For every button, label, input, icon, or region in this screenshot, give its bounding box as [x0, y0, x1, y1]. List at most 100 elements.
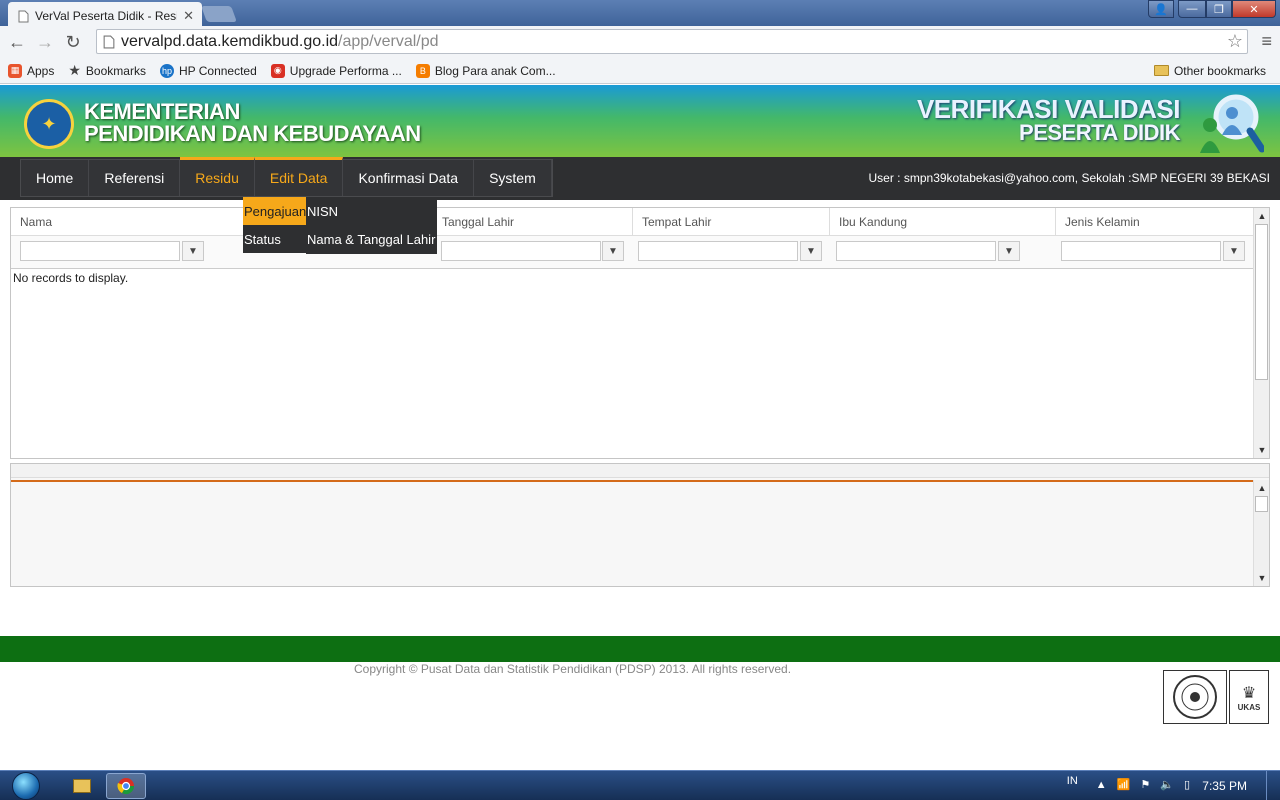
- grid-header: Nama Tanggal Lahir Tempat Lahir Ibu Kand…: [11, 208, 1254, 236]
- show-hidden-icons-icon[interactable]: ▲: [1096, 779, 1107, 791]
- site-favicon-icon: ◉: [270, 63, 285, 78]
- chrome-taskbar-icon[interactable]: [106, 773, 146, 799]
- windows-taskbar: IN ▲ 📶 ⚑ 🔈 ▯ 7:35 PM: [0, 770, 1280, 800]
- main-navbar: Home Referensi Residu Edit Data Konfirma…: [0, 157, 1280, 200]
- ministry-title: KEMENTERIAN PENDIDIKAN DAN KEBUDAYAAN: [84, 99, 421, 146]
- edit-data-submenu: Pengajuan Status: [243, 197, 306, 253]
- show-desktop-button[interactable]: [1266, 771, 1280, 800]
- submenu-nisn[interactable]: NISN: [306, 197, 437, 225]
- power-icon[interactable]: ▯: [1184, 778, 1190, 791]
- nav-konfirmasi-data[interactable]: Konfirmasi Data: [343, 160, 475, 196]
- panel-top-strip: [11, 464, 1269, 478]
- star-icon: ★: [68, 62, 81, 78]
- filter-icon[interactable]: ▼: [998, 241, 1020, 261]
- site-header: ✦ KEMENTERIAN PENDIDIKAN DAN KEBUDAYAAN …: [0, 85, 1280, 157]
- nav-system[interactable]: System: [474, 160, 552, 196]
- scroll-thumb[interactable]: [1255, 496, 1268, 512]
- submenu-pengajuan[interactable]: Pengajuan: [243, 197, 306, 225]
- file-explorer-icon[interactable]: [62, 773, 102, 799]
- close-window-icon[interactable]: ✕: [1232, 0, 1276, 18]
- filter-input-ibu-kandung[interactable]: [836, 241, 996, 261]
- volume-icon[interactable]: 🔈: [1160, 778, 1174, 791]
- url-host: vervalpd.data.kemdikbud.go.id: [121, 32, 339, 50]
- bookmarks-bar: ▦ Apps ★ Bookmarks hp HP Connected ◉ Upgrade…: [0, 58, 1280, 84]
- bookmark-blog[interactable]: B Blog Para anak Com...: [415, 63, 556, 78]
- menu-icon[interactable]: ≡: [1261, 31, 1272, 52]
- magnifier-person-icon: [1200, 94, 1264, 153]
- scroll-down-icon[interactable]: ▼: [1255, 443, 1269, 457]
- column-header-tanggal-lahir[interactable]: Tanggal Lahir: [432, 208, 632, 236]
- filter-input-jenis-kelamin[interactable]: [1061, 241, 1221, 261]
- filter-row: ▼ ▼ ▼ ▼ ▼: [11, 236, 1254, 269]
- maximize-icon[interactable]: ❐: [1206, 0, 1232, 18]
- ukas-logo: ♛ UKAS: [1229, 670, 1269, 724]
- scroll-thumb[interactable]: [1255, 224, 1268, 380]
- bookmark-apps[interactable]: ▦ Apps: [8, 63, 54, 78]
- forward-arrow-icon[interactable]: →: [31, 32, 59, 53]
- back-arrow-icon[interactable]: ←: [3, 32, 31, 53]
- nav-home[interactable]: Home: [21, 160, 90, 196]
- user-info: User : smpn39kotabekasi@yahoo.com, Sekol…: [868, 171, 1270, 185]
- footer-bar: [0, 636, 1280, 662]
- language-indicator[interactable]: IN: [1067, 775, 1078, 787]
- submenu-status[interactable]: Status: [243, 225, 306, 253]
- bookmark-bookmarks[interactable]: ★ Bookmarks: [68, 62, 146, 79]
- filter-icon[interactable]: ▼: [800, 241, 822, 261]
- column-header-jenis-kelamin[interactable]: Jenis Kelamin: [1055, 208, 1254, 236]
- clock[interactable]: 7:35 PM: [1202, 779, 1247, 793]
- bookmark-hp-connected[interactable]: hp HP Connected: [159, 63, 257, 78]
- window-controls: 👤 — ❐ ✕: [1148, 0, 1276, 18]
- nav-edit-data[interactable]: Edit Data: [254, 157, 344, 196]
- column-header-ibu-kandung[interactable]: Ibu Kandung: [829, 208, 1055, 236]
- panel-divider: [11, 480, 1254, 482]
- new-tab-button[interactable]: [201, 6, 237, 22]
- scroll-up-icon[interactable]: ▲: [1255, 481, 1269, 495]
- filter-icon[interactable]: ▼: [182, 241, 204, 261]
- windows-orb-icon: [12, 772, 40, 800]
- page-icon: [103, 35, 115, 48]
- copyright-text: Copyright © Pusat Data dan Statistik Pen…: [354, 662, 792, 676]
- browser-tab-strip: VerVal Peserta Didik - Resi ✕ 👤 — ❐ ✕: [0, 0, 1280, 26]
- scroll-up-icon[interactable]: ▲: [1255, 209, 1269, 223]
- star-bookmark-icon[interactable]: ☆: [1227, 31, 1243, 52]
- scroll-down-icon[interactable]: ▼: [1255, 571, 1269, 585]
- filter-input-tempat-lahir[interactable]: [638, 241, 798, 261]
- url-path: /app/verval/pd: [338, 32, 439, 50]
- detail-panel: ▲ ▼: [10, 463, 1270, 587]
- nav-referensi[interactable]: Referensi: [89, 160, 181, 196]
- minimize-icon[interactable]: —: [1178, 0, 1206, 18]
- browser-toolbar: ← → ↻ vervalpd.data.kemdikbud.go.id/app/…: [0, 26, 1280, 58]
- reload-icon[interactable]: ↻: [59, 32, 87, 53]
- tut-wuri-handayani-logo: ✦: [24, 99, 74, 149]
- start-button[interactable]: [6, 771, 46, 800]
- filter-icon[interactable]: ▼: [602, 241, 624, 261]
- main-menu: Home Referensi Residu Edit Data Konfirma…: [20, 157, 553, 197]
- address-bar[interactable]: vervalpd.data.kemdikbud.go.id/app/verval…: [96, 29, 1248, 54]
- blogger-icon: B: [415, 63, 430, 78]
- close-tab-icon[interactable]: ✕: [183, 8, 194, 24]
- app-title: VERIFIKASI VALIDASI PESERTA DIDIK: [916, 94, 1181, 145]
- empty-message: No records to display.: [13, 271, 129, 285]
- panel-scrollbar[interactable]: ▲ ▼: [1253, 480, 1269, 586]
- folder-icon: [1153, 65, 1169, 76]
- iso-seal-icon: [1163, 670, 1227, 724]
- pengajuan-submenu: NISN Nama & Tanggal Lahir: [306, 197, 437, 254]
- hp-logo-icon: hp: [159, 63, 174, 78]
- page-icon: [18, 10, 29, 22]
- bookmark-upgrade-performa[interactable]: ◉ Upgrade Performa ...: [270, 63, 402, 78]
- nav-residu[interactable]: Residu: [180, 157, 255, 196]
- submenu-nama-tanggal-lahir[interactable]: Nama & Tanggal Lahir: [306, 225, 437, 253]
- certification-logos: ♛ UKAS: [1163, 670, 1271, 728]
- filter-input-nama[interactable]: [20, 241, 180, 261]
- column-header-tempat-lahir[interactable]: Tempat Lahir: [632, 208, 829, 236]
- network-signal-icon[interactable]: 📶: [1117, 778, 1131, 791]
- apps-grid-icon: ▦: [8, 63, 22, 78]
- tab-title: VerVal Peserta Didik - Resi: [35, 9, 178, 23]
- filter-input-tanggal-lahir[interactable]: [441, 241, 601, 261]
- other-bookmarks[interactable]: Other bookmarks: [1153, 64, 1266, 78]
- user-icon[interactable]: 👤: [1148, 0, 1174, 18]
- grid-scrollbar[interactable]: ▲ ▼: [1253, 208, 1269, 458]
- filter-icon[interactable]: ▼: [1223, 241, 1245, 261]
- browser-tab[interactable]: VerVal Peserta Didik - Resi ✕: [8, 2, 202, 26]
- flag-warning-icon[interactable]: ⚑: [1140, 778, 1150, 791]
